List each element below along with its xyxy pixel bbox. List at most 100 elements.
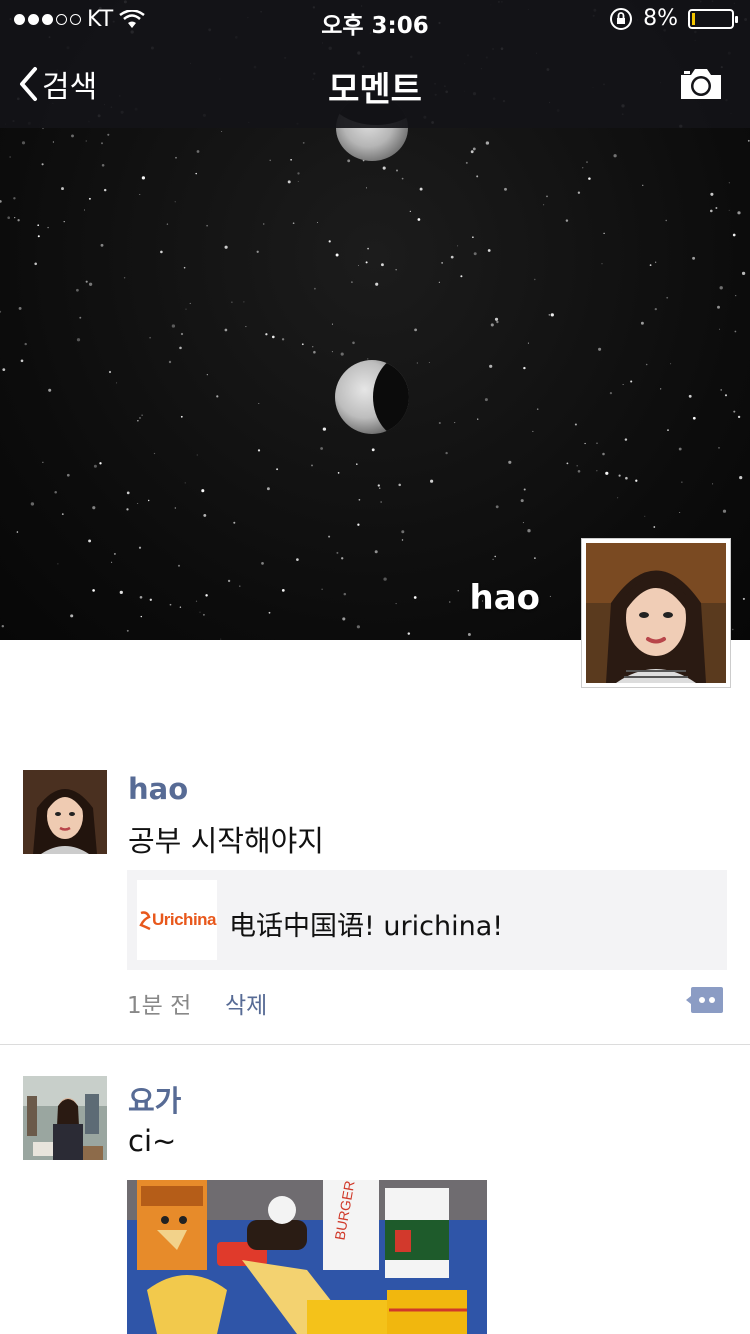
star xyxy=(201,489,205,493)
profile-name[interactable]: hao xyxy=(469,578,540,618)
star xyxy=(351,281,353,283)
star xyxy=(605,471,609,475)
star xyxy=(101,164,105,167)
star xyxy=(584,442,586,445)
star xyxy=(522,522,524,524)
star xyxy=(728,209,730,211)
camera-icon[interactable] xyxy=(678,66,724,102)
star xyxy=(737,415,741,419)
star xyxy=(347,159,351,163)
post-author[interactable]: hao xyxy=(128,772,188,806)
star xyxy=(7,216,11,220)
star xyxy=(534,278,536,281)
star xyxy=(649,264,652,266)
star xyxy=(732,628,734,631)
star xyxy=(654,307,657,311)
star xyxy=(588,177,591,180)
star xyxy=(576,465,578,467)
star xyxy=(419,187,423,191)
comment-icon[interactable] xyxy=(686,986,724,1014)
star xyxy=(409,210,411,212)
star xyxy=(342,617,346,621)
star xyxy=(37,235,40,238)
star xyxy=(395,603,397,605)
star xyxy=(550,313,554,317)
star xyxy=(640,321,644,325)
star xyxy=(203,513,207,517)
star xyxy=(484,398,488,402)
post-author[interactable]: 요가 xyxy=(128,1078,181,1120)
star xyxy=(0,310,2,313)
star xyxy=(137,503,139,505)
star xyxy=(76,338,81,342)
star xyxy=(328,535,331,538)
star xyxy=(108,370,112,374)
star xyxy=(126,629,129,632)
star xyxy=(487,249,491,252)
star xyxy=(54,490,57,494)
avatar[interactable] xyxy=(23,770,107,854)
star xyxy=(17,219,20,222)
delete-button[interactable]: 삭제 xyxy=(225,986,267,1020)
star xyxy=(496,320,499,324)
star xyxy=(224,245,228,249)
star xyxy=(460,275,463,278)
star xyxy=(37,224,40,227)
star xyxy=(206,374,208,376)
star xyxy=(85,140,87,142)
star xyxy=(582,167,584,169)
profile-avatar[interactable] xyxy=(581,538,731,688)
star xyxy=(71,134,74,138)
star xyxy=(269,159,271,162)
star xyxy=(688,394,692,398)
star xyxy=(119,590,123,595)
star xyxy=(261,562,264,565)
moon-image xyxy=(335,360,409,434)
star xyxy=(401,177,404,180)
star xyxy=(678,447,682,451)
star xyxy=(719,286,723,290)
link-card[interactable]: Urichina 电话中国语! urichina! xyxy=(127,870,727,970)
star xyxy=(18,306,22,310)
star xyxy=(185,308,187,310)
star xyxy=(565,219,569,222)
star xyxy=(195,172,197,175)
star xyxy=(450,255,454,259)
star xyxy=(256,250,259,253)
star xyxy=(313,350,316,354)
star xyxy=(352,341,355,345)
star xyxy=(99,462,102,465)
star xyxy=(100,243,104,247)
star xyxy=(489,364,493,368)
star xyxy=(401,530,405,534)
moment-post: 요가 ci~ BURGER xyxy=(0,1074,750,1334)
star xyxy=(645,363,648,366)
star xyxy=(709,209,713,213)
star xyxy=(380,501,382,503)
star xyxy=(722,509,727,513)
star xyxy=(335,253,339,257)
star xyxy=(88,197,91,200)
star xyxy=(85,280,88,283)
star xyxy=(276,468,279,471)
star xyxy=(180,415,183,418)
star xyxy=(712,483,714,485)
star xyxy=(603,232,605,234)
star xyxy=(681,481,683,483)
star xyxy=(183,266,186,269)
star xyxy=(343,592,347,596)
star xyxy=(301,343,304,346)
star xyxy=(168,360,172,364)
star xyxy=(577,470,581,473)
star xyxy=(741,271,746,276)
star xyxy=(93,464,97,468)
star xyxy=(490,323,494,327)
avatar[interactable] xyxy=(23,1076,107,1160)
star xyxy=(169,603,172,606)
star xyxy=(160,250,163,254)
star xyxy=(692,416,696,420)
star xyxy=(504,187,507,191)
star xyxy=(42,127,44,130)
post-photo[interactable]: BURGER xyxy=(127,1180,487,1334)
star xyxy=(625,476,628,480)
